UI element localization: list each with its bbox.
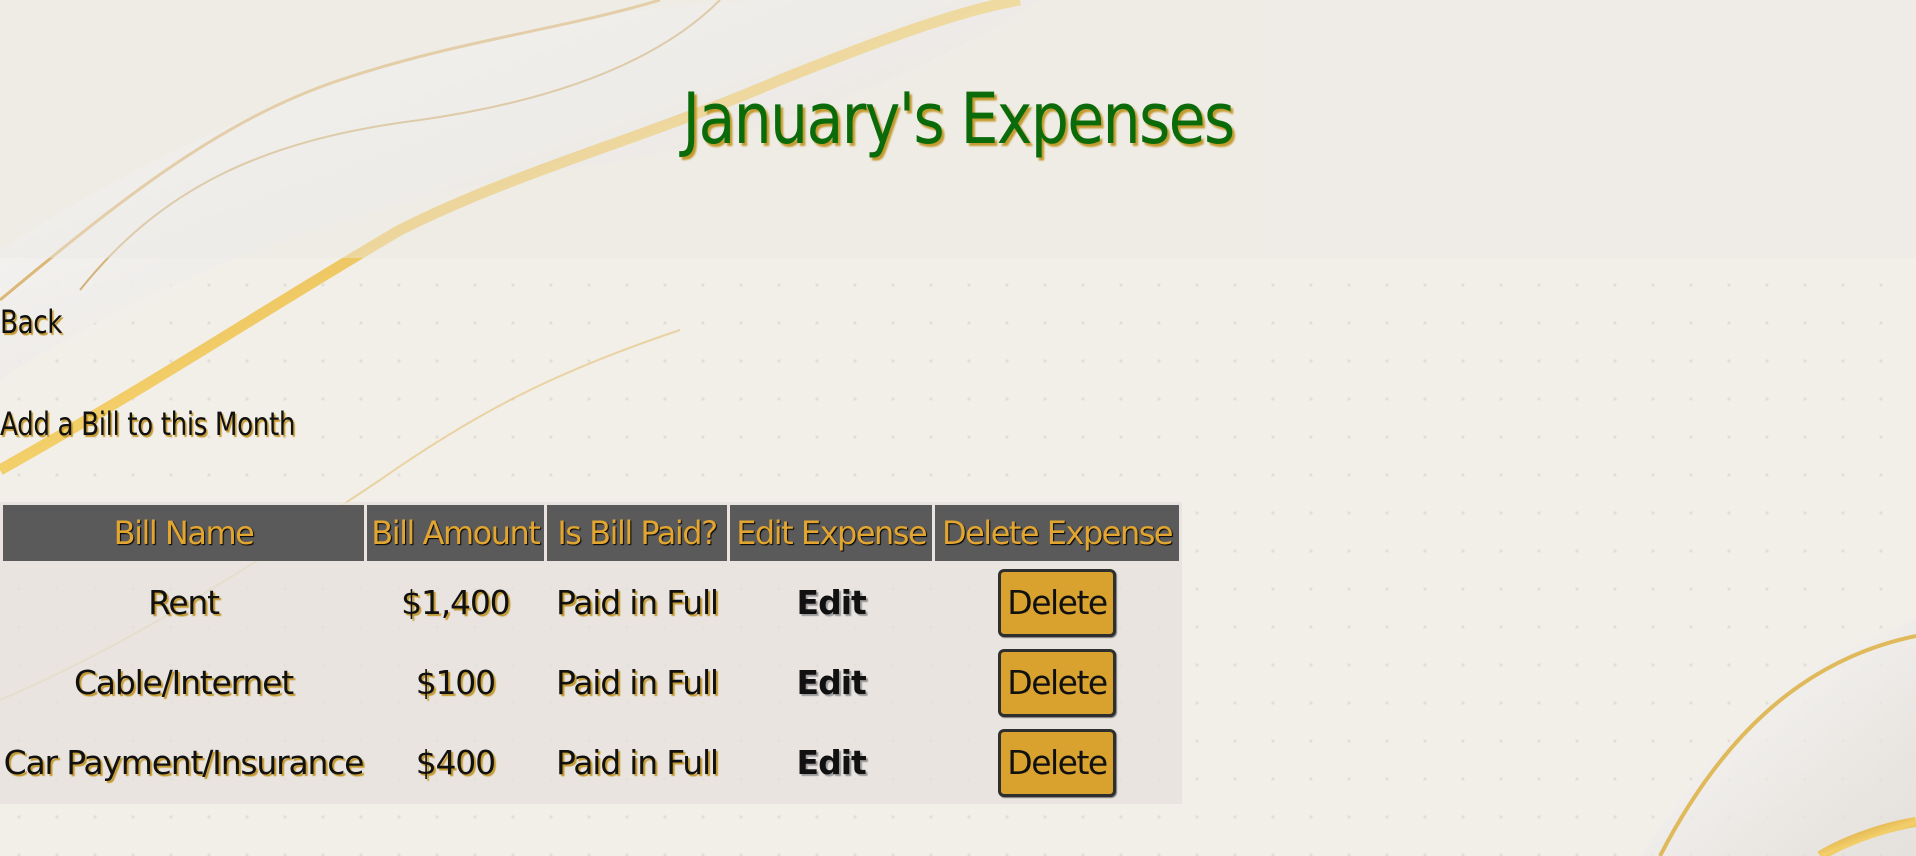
edit-cell: Edit [730,644,932,721]
column-header-is-bill-paid: Is Bill Paid? [546,505,728,561]
bill-name-cell: Cable/Internet [73,663,294,702]
column-header-edit-expense: Edit Expense [730,505,933,561]
delete-cell: Delete [935,724,1179,801]
bill-status-cell: Paid in Full [556,583,719,622]
expenses-table: Bill Name Bill Amount Is Bill Paid? Edit… [0,502,1182,804]
table-row: Cable/Internet $100 Paid in Full Edit De… [3,644,1179,721]
bill-status-cell: Paid in Full [556,743,719,782]
column-header-bill-name: Bill Name [3,505,364,561]
back-link[interactable]: Back [0,303,62,341]
edit-expense-link[interactable]: Edit [797,663,867,702]
page-title: January's Expenses [682,78,1235,160]
bill-name-cell: Car Payment/Insurance [3,743,365,782]
delete-cell: Delete [935,564,1179,641]
edit-expense-link[interactable]: Edit [797,743,867,782]
bill-amount-cell: $1,400 [401,583,510,622]
delete-cell: Delete [935,644,1179,721]
edit-cell: Edit [730,724,932,801]
bill-amount-cell: $400 [415,743,496,782]
column-header-delete-expense: Delete Expense [935,505,1179,561]
edit-expense-link[interactable]: Edit [797,583,867,622]
bill-amount-cell: $100 [415,663,496,702]
add-bill-link[interactable]: Add a Bill to this Month [0,405,295,443]
table-row: Car Payment/Insurance $400 Paid in Full … [3,724,1179,801]
delete-expense-button[interactable]: Delete [998,648,1117,717]
delete-expense-button[interactable]: Delete [998,568,1117,637]
bill-name-cell: Rent [148,583,220,622]
table-header-row: Bill Name Bill Amount Is Bill Paid? Edit… [3,505,1179,561]
table-row: Rent $1,400 Paid in Full Edit Delete [3,564,1179,641]
column-header-bill-amount: Bill Amount [366,505,544,561]
edit-cell: Edit [730,564,932,641]
delete-expense-button[interactable]: Delete [998,728,1117,797]
bill-status-cell: Paid in Full [556,663,719,702]
